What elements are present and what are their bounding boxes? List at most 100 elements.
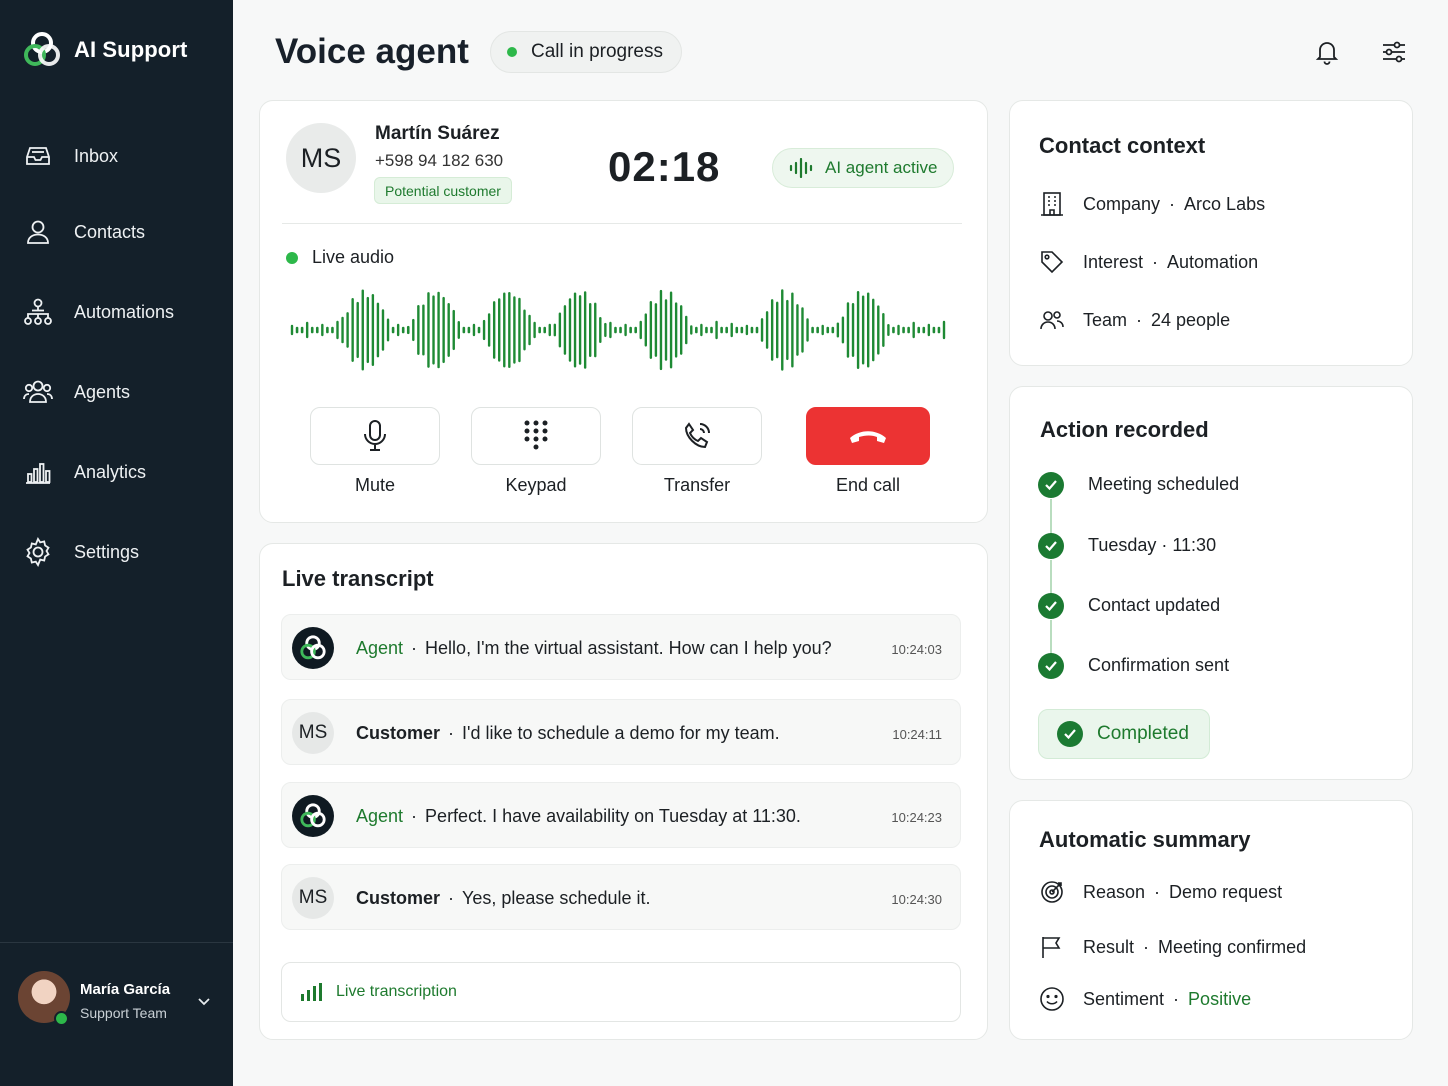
live-audio-label: Live audio bbox=[312, 247, 395, 267]
check-icon bbox=[1038, 533, 1064, 559]
transcript-title: Live transcript bbox=[282, 566, 434, 591]
context-row-interest: Interest · Automation bbox=[1039, 249, 1258, 275]
message-text: Yes, please schedule it. bbox=[462, 888, 651, 908]
gear-icon bbox=[26, 537, 50, 567]
action-step: Tuesday · 11:30 bbox=[1088, 535, 1217, 555]
user-name: María García bbox=[80, 981, 171, 998]
keypad-button[interactable] bbox=[471, 407, 601, 465]
transcript-row: Agent · Perfect. I have availability on Tu… bbox=[281, 782, 961, 848]
sidebar-item-label: Analytics bbox=[74, 461, 147, 482]
call-timer: 02:18 bbox=[608, 143, 721, 190]
transcript-message: Agent · Perfect. I have availability on Tu… bbox=[356, 806, 801, 826]
transfer-label: Transfer bbox=[663, 475, 731, 495]
sidebar-item-settings[interactable]: Settings bbox=[22, 536, 139, 568]
divider bbox=[282, 223, 962, 224]
completed-status-badge: Completed bbox=[1038, 709, 1210, 759]
hang-up-icon bbox=[850, 431, 886, 443]
check-icon bbox=[1038, 472, 1064, 498]
brand[interactable]: AI Support bbox=[22, 30, 187, 70]
summary-key: Reason bbox=[1083, 881, 1146, 902]
bell-icon[interactable] bbox=[1313, 38, 1341, 66]
context-value: Automation bbox=[1167, 251, 1259, 272]
caller-name: Martín Suárez bbox=[375, 123, 500, 144]
sidebar-item-automations[interactable]: Automations bbox=[22, 296, 174, 328]
check-icon bbox=[1038, 653, 1064, 679]
automation-icon bbox=[24, 298, 52, 325]
context-row-company: Company · Arco Labs bbox=[1039, 191, 1265, 217]
action-recorded-title: Action recorded bbox=[1040, 417, 1209, 442]
live-transcription-indicator: Live transcription bbox=[281, 962, 961, 1022]
sidebar-item-agents[interactable]: Agents bbox=[22, 376, 130, 408]
flag-icon bbox=[1042, 937, 1061, 958]
user-team: Support Team bbox=[80, 1005, 167, 1021]
automatic-summary-card: Automatic summary Reason · Demo request Re… bbox=[1009, 800, 1413, 1040]
sidebar-item-label: Automations bbox=[74, 301, 175, 322]
keypad-label: Keypad bbox=[505, 475, 567, 495]
speaker-name: Customer bbox=[356, 723, 441, 743]
sidebar-item-label: Contacts bbox=[74, 221, 146, 242]
brand-logo-icon bbox=[300, 803, 326, 828]
user-profile[interactable]: María García Support Team bbox=[0, 942, 233, 1086]
completed-label: Completed bbox=[1097, 723, 1189, 744]
mute-label: Mute bbox=[354, 475, 396, 495]
message-time: 10:24:30 bbox=[891, 892, 942, 907]
context-row-team: Team · 24 people bbox=[1039, 307, 1230, 333]
ai-agent-status-text: AI agent active bbox=[825, 158, 938, 177]
contact-context-title: Contact context bbox=[1039, 133, 1206, 158]
call-status-badge: Call in progress bbox=[490, 31, 682, 73]
summary-key: Result bbox=[1083, 936, 1135, 957]
customer-avatar: MS bbox=[292, 877, 334, 919]
message-time: 10:24:11 bbox=[892, 727, 942, 742]
smiley-icon bbox=[1040, 987, 1064, 1011]
end-call-label: End call bbox=[835, 475, 901, 495]
live-transcription-label: Live transcription bbox=[336, 983, 457, 1000]
inbox-icon bbox=[26, 147, 50, 165]
sidebar-item-label: Inbox bbox=[74, 145, 119, 166]
context-value: 24 people bbox=[1151, 309, 1231, 330]
summary-key: Sentiment bbox=[1083, 988, 1165, 1009]
filter-settings-icon[interactable] bbox=[1380, 38, 1408, 66]
sidebar-item-analytics[interactable]: Analytics bbox=[22, 456, 146, 488]
sidebar-item-inbox[interactable]: Inbox bbox=[22, 140, 118, 172]
mute-button[interactable] bbox=[310, 407, 440, 465]
contact-context-card: Contact context Company · Arco Labs Intere… bbox=[1009, 100, 1413, 366]
ai-agent-status-badge: AI agent active bbox=[772, 148, 955, 188]
action-step: Meeting scheduled bbox=[1088, 474, 1240, 494]
summary-value: Positive bbox=[1188, 988, 1252, 1009]
brand-name: AI Support bbox=[74, 37, 188, 62]
tag-icon bbox=[1041, 251, 1064, 274]
summary-value: Demo request bbox=[1169, 881, 1283, 902]
action-step: Confirmation sent bbox=[1088, 655, 1230, 675]
transcript-message: Customer · I'd like to schedule a demo for… bbox=[356, 723, 780, 743]
live-dot bbox=[286, 251, 298, 264]
summary-value: Meeting confirmed bbox=[1158, 936, 1307, 957]
context-key: Company bbox=[1083, 193, 1161, 214]
summary-row-sentiment: Sentiment · Positive bbox=[1039, 986, 1251, 1012]
keypad-icon bbox=[524, 420, 548, 450]
context-key: Team bbox=[1083, 309, 1128, 330]
chevron-down-icon[interactable] bbox=[196, 993, 212, 1009]
transcript-card: Live transcript Agent · Hello, I'm the vir… bbox=[259, 543, 988, 1040]
sidebar: AI Support Inbox Contacts Automations Ag… bbox=[0, 0, 233, 1086]
sidebar-item-contacts[interactable]: Contacts bbox=[22, 216, 145, 248]
transfer-button[interactable] bbox=[632, 407, 762, 465]
speaker-name: Customer bbox=[356, 888, 441, 908]
context-value: Arco Labs bbox=[1184, 193, 1266, 214]
building-icon bbox=[1041, 192, 1063, 216]
speaker-name: Agent bbox=[356, 806, 404, 826]
transcript-row: MS Customer · Yes, please schedule it. 10:… bbox=[281, 864, 961, 930]
page-title: Voice agent bbox=[275, 32, 469, 71]
analytics-icon bbox=[26, 463, 51, 484]
speaker-name: Agent bbox=[356, 638, 404, 658]
target-icon bbox=[1041, 881, 1063, 903]
transcript-row: MS Customer · I'd like to schedule a demo … bbox=[281, 699, 961, 765]
online-status-dot bbox=[54, 1011, 69, 1026]
agent-avatar bbox=[292, 795, 334, 837]
message-time: 10:24:23 bbox=[891, 810, 942, 825]
transcript-message: Agent · Hello, I'm the virtual assistant. … bbox=[356, 638, 832, 658]
agent-avatar bbox=[292, 627, 334, 669]
sidebar-item-label: Agents bbox=[74, 381, 131, 402]
brand-logo-icon bbox=[24, 32, 60, 66]
message-text: Hello, I'm the virtual assistant. How ca… bbox=[425, 638, 832, 658]
end-call-button[interactable] bbox=[806, 407, 930, 465]
